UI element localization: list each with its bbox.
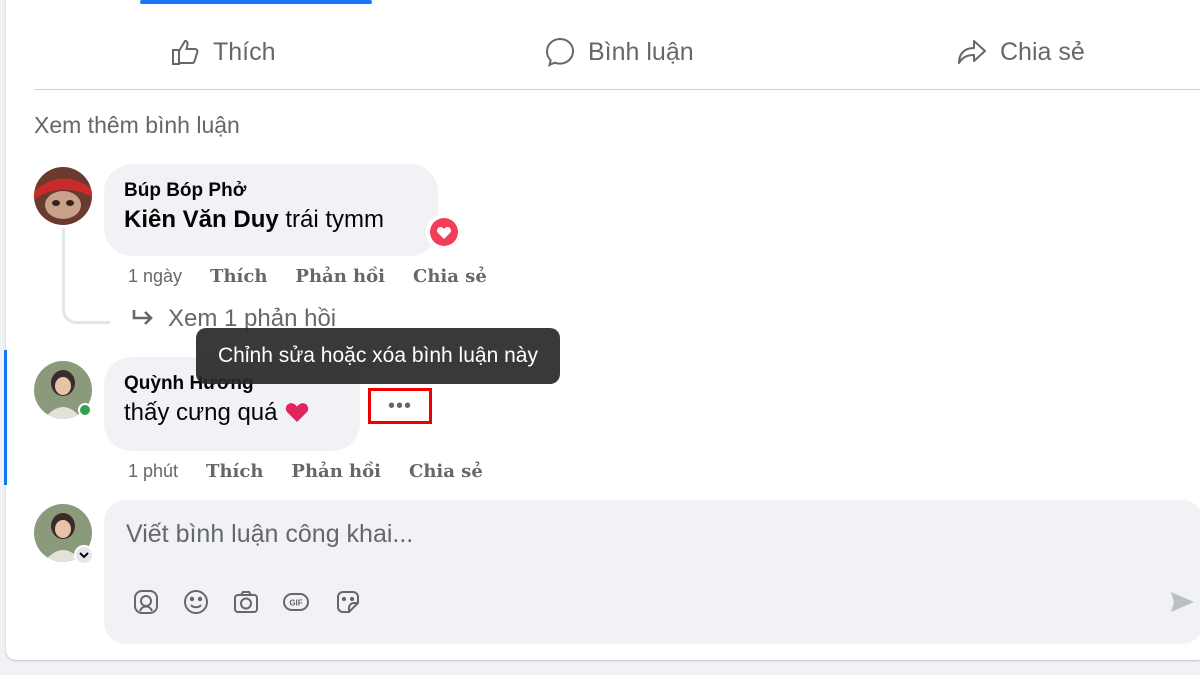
comment-like-button[interactable]: Thích [210, 266, 267, 287]
share-arrow-icon [958, 40, 986, 64]
love-reaction-icon[interactable] [426, 214, 462, 250]
online-status-dot [78, 403, 92, 417]
thread-line [62, 228, 110, 324]
comment-reply-button[interactable]: Phản hồi [291, 461, 381, 482]
emoji-button[interactable] [178, 584, 214, 620]
profile-switch-chevron[interactable] [74, 545, 94, 565]
comment-input[interactable] [126, 520, 1026, 549]
comment-button[interactable]: Bình luận [544, 32, 694, 72]
comment-text-body: trái tymm [278, 206, 385, 233]
red-heart-emoji-icon [285, 403, 309, 422]
chevron-down-icon [79, 552, 89, 559]
comment-text: thấy cưng quá [124, 399, 340, 427]
avatar[interactable] [34, 167, 92, 225]
active-tab-indicator [140, 0, 372, 4]
tooltip: Chỉnh sửa hoặc xóa bình luận này [196, 328, 560, 384]
comment-share-button[interactable]: Chia sẻ [409, 461, 483, 482]
camera-icon [234, 591, 258, 613]
share-label: Chia sẻ [1000, 37, 1085, 66]
comment-time[interactable]: 1 phút [128, 461, 178, 482]
comment-share-button[interactable]: Chia sẻ [413, 266, 487, 287]
share-button[interactable]: Chia sẻ [956, 32, 1085, 72]
heart-icon [430, 218, 458, 246]
comment-options-button[interactable]: ••• [368, 388, 432, 424]
comment-bubble: Búp Bóp Phở Kiên Văn Duy trái tymm [104, 164, 438, 256]
sticker-icon [337, 591, 359, 613]
thumbs-up-icon [172, 39, 199, 65]
avatar-image [34, 167, 92, 225]
send-button[interactable] [1164, 584, 1200, 620]
comment-text: Kiên Văn Duy trái tymm [124, 206, 418, 234]
send-icon [1171, 592, 1194, 612]
like-button[interactable]: Thích [169, 32, 276, 72]
reply-arrow-icon [132, 310, 153, 325]
comment-meta: 1 ngày Thích Phản hồi Chia sẻ [128, 266, 487, 287]
gif-button[interactable]: GIF [278, 584, 314, 620]
comment-reply-button[interactable]: Phản hồi [295, 266, 385, 287]
comment-time[interactable]: 1 ngày [128, 266, 182, 287]
comment-text-body: thấy cưng quá [124, 399, 278, 426]
svg-text:GIF: GIF [289, 599, 302, 608]
comment-like-button[interactable]: Thích [206, 461, 263, 482]
photo-button[interactable] [228, 584, 264, 620]
comment-author[interactable]: Búp Bóp Phở [124, 180, 418, 202]
avatar-sticker-icon [134, 590, 158, 614]
sticker-button[interactable] [330, 584, 366, 620]
post-actions-bar: Thích Bình luận Chia sẻ [34, 18, 1200, 90]
active-comment-indicator [4, 350, 7, 485]
gif-icon: GIF [283, 593, 309, 611]
comment-bubble-icon [545, 37, 575, 67]
avatar-sticker-button[interactable] [128, 584, 164, 620]
mention-link[interactable]: Kiên Văn Duy [124, 206, 279, 233]
like-label: Thích [213, 37, 276, 66]
smiley-icon [184, 590, 208, 614]
view-more-comments-link[interactable]: Xem thêm bình luận [34, 112, 240, 139]
comment-composer: GIF [104, 500, 1200, 644]
comment-label: Bình luận [588, 37, 694, 66]
comment-meta: 1 phút Thích Phản hồi Chia sẻ [128, 461, 483, 482]
